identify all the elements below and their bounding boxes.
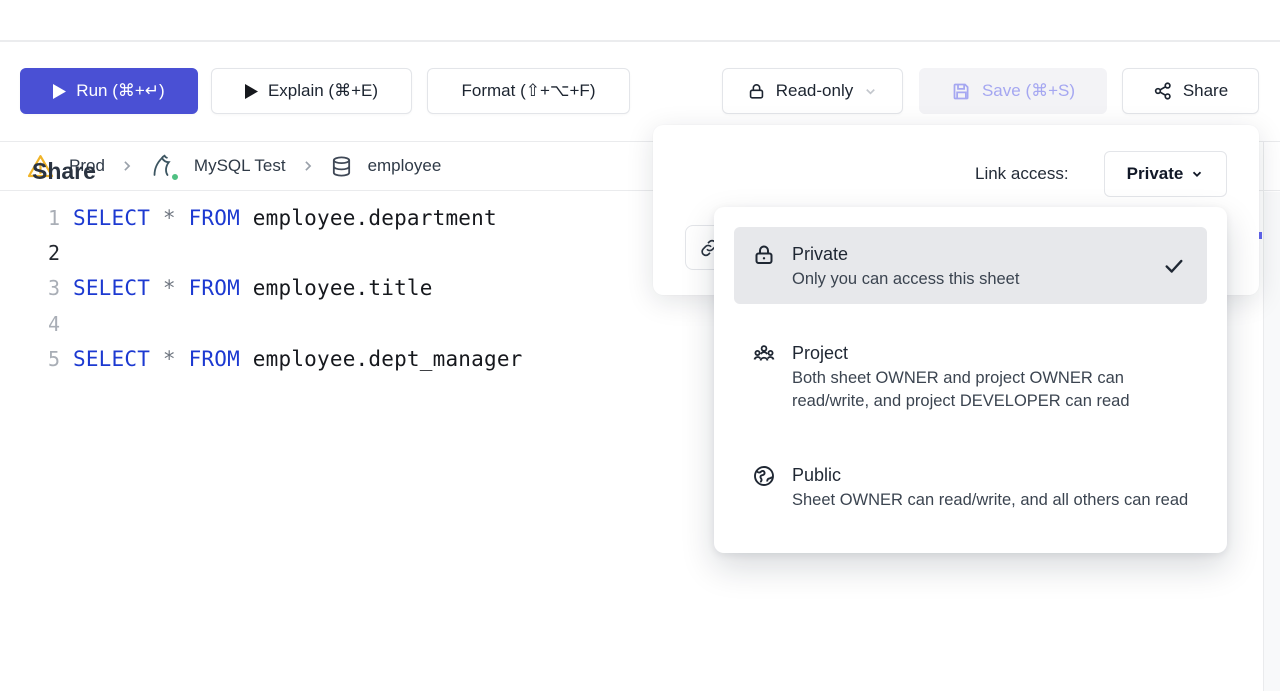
globe-icon xyxy=(752,461,776,512)
mysql-icon xyxy=(149,151,179,181)
run-button[interactable]: Run (⌘+↵) xyxy=(20,68,198,114)
check-icon xyxy=(1163,255,1185,277)
access-option-project[interactable]: ProjectBoth sheet OWNER and project OWNE… xyxy=(734,326,1207,426)
line-number: 4 xyxy=(0,312,60,336)
line-number: 3 xyxy=(0,276,60,300)
chevron-right-icon xyxy=(120,159,134,173)
lock-icon xyxy=(752,240,776,291)
access-option-public[interactable]: PublicSheet OWNER can read/write, and al… xyxy=(734,448,1207,525)
chevron-down-icon xyxy=(863,84,878,99)
breadcrumb-instance[interactable]: MySQL Test xyxy=(194,156,286,176)
explain-button-label: Explain (⌘+E) xyxy=(268,81,378,101)
chevron-right-icon xyxy=(301,159,315,173)
option-title: Private xyxy=(792,240,1019,268)
save-button[interactable]: Save (⌘+S) xyxy=(919,68,1107,114)
save-icon xyxy=(951,81,972,102)
lock-icon xyxy=(747,82,766,101)
code-text: SELECT * FROM employee.title xyxy=(73,276,433,300)
link-access-value: Private xyxy=(1127,164,1184,184)
option-description: Only you can access this sheet xyxy=(792,268,1019,291)
readonly-label: Read-only xyxy=(776,81,854,101)
access-option-private[interactable]: PrivateOnly you can access this sheet xyxy=(734,227,1207,304)
line-number: 5 xyxy=(0,347,60,371)
code-line[interactable]: 2 xyxy=(0,235,650,270)
database-icon xyxy=(330,155,353,178)
code-text: SELECT * FROM employee.department xyxy=(73,206,497,230)
right-panel-gutter xyxy=(1264,192,1280,691)
code-line[interactable]: 1 SELECT * FROM employee.department xyxy=(0,200,650,235)
editor-lines[interactable]: 1 SELECT * FROM employee.department 2 3 SELE… xyxy=(0,200,650,376)
format-button[interactable]: Format (⇧+⌥+F) xyxy=(427,68,630,114)
play-icon xyxy=(53,84,66,99)
play-icon xyxy=(245,84,258,99)
code-line[interactable]: 4 xyxy=(0,306,650,341)
share-popup-title: Share xyxy=(32,158,96,185)
share-icon xyxy=(1153,81,1173,101)
option-description: Both sheet OWNER and project OWNER can r… xyxy=(792,367,1192,413)
link-access-dropdown[interactable]: Private xyxy=(1104,151,1227,197)
run-button-label: Run (⌘+↵) xyxy=(76,81,164,101)
option-title: Project xyxy=(792,339,1192,367)
code-line[interactable]: 5 SELECT * FROM employee.dept_manager xyxy=(0,341,650,376)
chevron-down-icon xyxy=(1190,167,1204,181)
access-menu: PrivateOnly you can access this sheet Pro… xyxy=(714,207,1227,553)
line-number: 2 xyxy=(0,241,60,265)
line-number: 1 xyxy=(0,206,60,230)
share-button[interactable]: Share xyxy=(1122,68,1259,114)
option-title: Public xyxy=(792,461,1188,489)
top-divider xyxy=(0,40,1280,42)
users-icon xyxy=(752,339,776,413)
format-button-label: Format (⇧+⌥+F) xyxy=(462,81,596,101)
code-line[interactable]: 3 SELECT * FROM employee.title xyxy=(0,271,650,306)
readonly-mode-button[interactable]: Read-only xyxy=(722,68,903,114)
sql-editor-app: Run (⌘+↵) Explain (⌘+E) Format (⇧+⌥+F) R… xyxy=(0,0,1280,691)
breadcrumb-database[interactable]: employee xyxy=(368,156,442,176)
code-text: SELECT * FROM employee.dept_manager xyxy=(73,347,523,371)
status-online-dot xyxy=(170,172,180,182)
option-description: Sheet OWNER can read/write, and all othe… xyxy=(792,489,1188,512)
save-button-label: Save (⌘+S) xyxy=(982,81,1075,101)
explain-button[interactable]: Explain (⌘+E) xyxy=(211,68,412,114)
share-button-label: Share xyxy=(1183,81,1228,101)
link-access-label: Link access: xyxy=(975,164,1069,184)
